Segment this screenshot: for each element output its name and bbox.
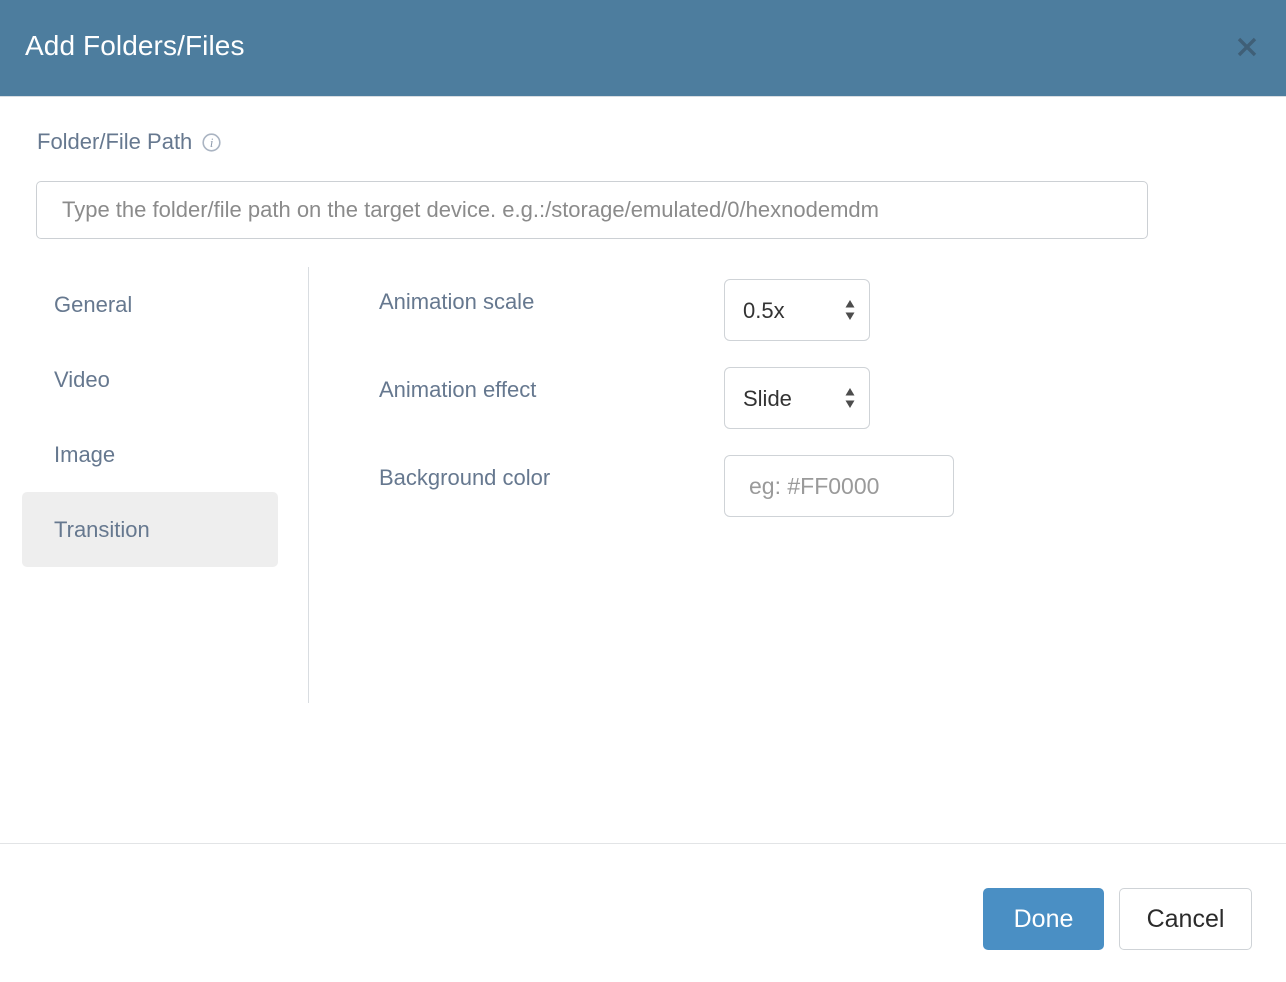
tab-general-label: General xyxy=(54,291,133,317)
dialog-footer: Done Cancel xyxy=(0,843,1286,982)
done-button[interactable]: Done xyxy=(983,888,1104,950)
background-color-input[interactable] xyxy=(724,455,954,517)
dialog-body: Folder/File Path i General Video Image T… xyxy=(0,97,1286,843)
info-icon[interactable]: i xyxy=(202,132,221,152)
animation-scale-control: 0.5x xyxy=(724,279,870,341)
close-icon[interactable] xyxy=(1231,31,1263,63)
dialog-header: Add Folders/Files xyxy=(0,0,1286,97)
panel-divider xyxy=(308,267,309,703)
animation-effect-label: Animation effect xyxy=(379,377,537,402)
animation-effect-row: Animation effect Slide xyxy=(379,355,1079,443)
settings-tab-list: General Video Image Transition xyxy=(22,267,278,567)
animation-scale-row: Animation scale 0.5x xyxy=(379,267,1079,355)
tab-video-label: Video xyxy=(54,366,110,392)
animation-effect-control: Slide xyxy=(724,367,870,429)
animation-scale-select[interactable]: 0.5x xyxy=(724,279,870,341)
tab-general[interactable]: General xyxy=(22,267,278,342)
tab-transition[interactable]: Transition xyxy=(22,492,278,567)
tab-image-label: Image xyxy=(54,441,116,467)
animation-scale-label: Animation scale xyxy=(379,289,535,314)
cancel-button[interactable]: Cancel xyxy=(1119,888,1252,950)
tab-video[interactable]: Video xyxy=(22,342,278,417)
folder-file-path-input[interactable] xyxy=(36,181,1148,239)
tab-transition-label: Transition xyxy=(54,516,150,542)
path-field-label-row: Folder/File Path i xyxy=(37,129,221,155)
background-color-row: Background color xyxy=(379,443,1079,531)
dialog-title: Add Folders/Files xyxy=(25,30,245,61)
tab-image[interactable]: Image xyxy=(22,417,278,492)
path-field-label: Folder/File Path xyxy=(37,129,193,154)
add-folders-files-dialog: Add Folders/Files Folder/File Path i Gen… xyxy=(0,0,1286,982)
animation-effect-select[interactable]: Slide xyxy=(724,367,870,429)
background-color-label: Background color xyxy=(379,465,551,490)
svg-text:i: i xyxy=(210,136,214,150)
transition-settings-panel: Animation scale 0.5x Animation effect Sl… xyxy=(379,267,1079,531)
